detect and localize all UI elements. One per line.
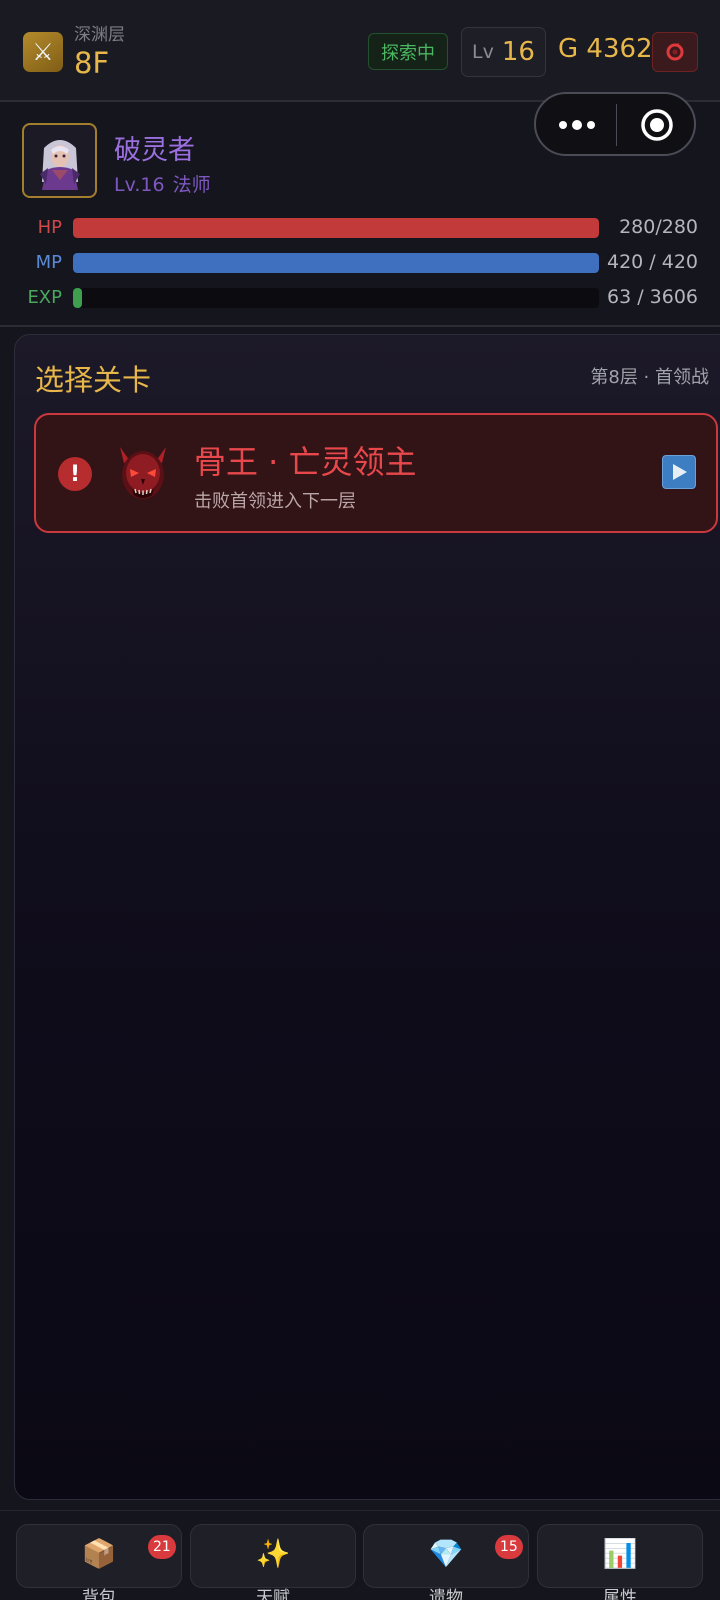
level-number: 16 [501, 37, 535, 67]
nav-backpack[interactable]: 📦 背包 21 [16, 1524, 182, 1600]
bottom-nav: 📦 背包 21 ✨ 天赋 💎 遗物 15 📊 属性 [0, 1510, 720, 1600]
exp-label: EXP [27, 287, 62, 308]
mage-portrait-icon [39, 139, 80, 190]
hp-bar-fill [73, 218, 599, 238]
start-battle-button[interactable] [662, 455, 696, 489]
top-bar: ⚔ 深渊层 8F 探索中 Lv 16 G 4362 [0, 0, 720, 102]
exp-bar-fill [73, 288, 83, 308]
relics-count-badge: 15 [495, 1535, 523, 1559]
player-avatar[interactable] [22, 123, 97, 198]
boss-stage-card[interactable]: ! 骨王 · 亡灵领主 击败首领进入下一层 [34, 413, 718, 533]
hp-label: HP [37, 217, 62, 238]
stage-select-title: 选择关卡 [35, 363, 152, 397]
hp-value: 280/280 [619, 216, 698, 238]
mp-bar-fill [73, 253, 599, 273]
nav-attributes[interactable]: 📊 属性 [537, 1524, 703, 1600]
panel-divider [0, 325, 720, 327]
floor-value: 8F [74, 46, 110, 80]
player-level-box: Lv 16 [461, 27, 546, 77]
boss-name: 骨王 · 亡灵领主 [194, 443, 417, 481]
stage-floor-info: 第8层 · 首领战 [590, 367, 709, 388]
target-circle-icon[interactable] [640, 108, 674, 142]
nav-relics[interactable]: 💎 遗物 15 [363, 1524, 529, 1600]
player-name: 破灵者 [114, 135, 195, 166]
package-icon: 📦 [81, 1537, 117, 1570]
player-level-text: Lv.16 [114, 174, 165, 196]
nav-label: 属性 [603, 1588, 637, 1600]
mp-value: 420 / 420 [606, 251, 698, 273]
level-prefix: Lv [472, 41, 494, 63]
nav-label: 背包 [82, 1588, 116, 1600]
boss-description: 击败首领进入下一层 [194, 491, 356, 512]
alert-icon: ! [58, 457, 92, 491]
mini-program-capsule [534, 92, 696, 156]
menu-button[interactable] [652, 32, 698, 72]
mp-label: MP [35, 252, 62, 273]
sparkles-icon: ✨ [255, 1537, 291, 1570]
capsule-divider [616, 104, 617, 146]
mp-bar [73, 253, 599, 273]
stage-select-panel: 选择关卡 第8层 · 首领战 ! 骨王 · 亡灵领主 击败首领进入下一层 [14, 334, 720, 1500]
player-level-class: Lv.16 法师 [114, 170, 211, 197]
exp-bar [73, 288, 599, 308]
hp-bar [73, 218, 599, 238]
exp-value: 63 / 3606 [606, 286, 698, 308]
floor-label: 深渊层 [74, 25, 125, 45]
demon-skull-icon [120, 447, 166, 499]
exploring-status-badge: 探索中 [368, 33, 448, 70]
red-swirl-icon [666, 43, 684, 61]
crossed-swords-icon: ⚔ [23, 32, 63, 72]
nav-label: 天赋 [256, 1588, 290, 1600]
bar-chart-icon: 📊 [602, 1537, 638, 1570]
more-dots-icon[interactable] [558, 116, 596, 134]
play-triangle-icon [673, 464, 687, 480]
gold-amount: G 4362 [558, 34, 653, 64]
nav-label: 遗物 [429, 1588, 463, 1600]
gem-icon: 💎 [428, 1537, 464, 1570]
player-class-text: 法师 [172, 174, 211, 196]
backpack-count-badge: 21 [148, 1535, 176, 1559]
nav-talent[interactable]: ✨ 天赋 [190, 1524, 356, 1600]
